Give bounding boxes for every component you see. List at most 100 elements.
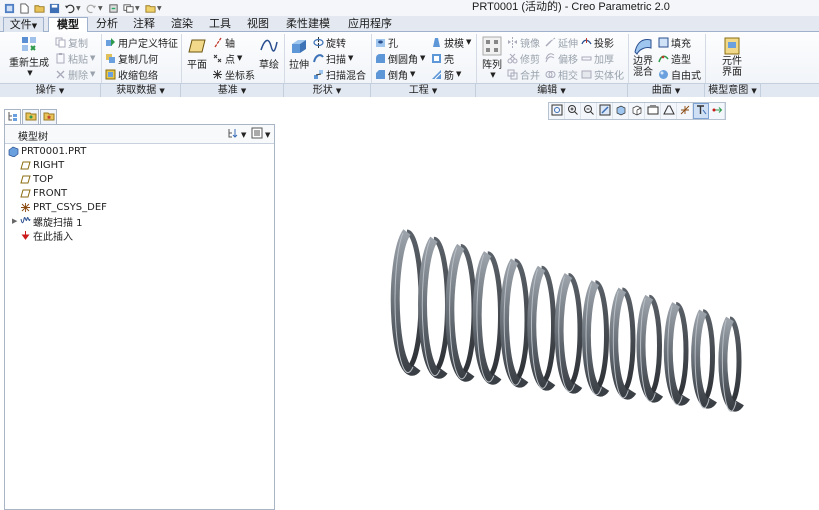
offset-icon xyxy=(545,52,556,64)
copy-geometry-button[interactable]: 复制几何 xyxy=(105,51,158,66)
round-button[interactable]: 倒圆角 ▼ xyxy=(375,51,425,66)
tree-item-right[interactable]: RIGHT xyxy=(20,159,64,172)
tab-tools[interactable]: 工具 xyxy=(203,17,237,32)
redo-icon[interactable] xyxy=(85,2,97,14)
settings-icon xyxy=(227,127,239,142)
tab-applications[interactable]: 应用程序 xyxy=(341,17,399,32)
extrude-icon xyxy=(288,36,310,56)
hole-label: 孔 xyxy=(388,38,398,50)
group-editing[interactable]: 编辑 ▼ xyxy=(476,84,628,97)
group-engineering[interactable]: 工程 ▼ xyxy=(371,84,476,97)
save-icon[interactable] xyxy=(48,2,60,14)
tab-model[interactable]: 模型 xyxy=(48,17,88,33)
paste-button[interactable]: 粘贴 ▼ xyxy=(55,51,95,66)
copy-button[interactable]: 复制 xyxy=(55,35,88,50)
tab-annotate[interactable]: 注释 xyxy=(127,17,161,32)
csys-button[interactable]: 坐标系 xyxy=(212,67,255,82)
component-interface-button[interactable]: 元件界面 xyxy=(718,36,746,78)
style-button[interactable]: 造型 xyxy=(658,51,691,66)
regenerate-small-icon[interactable] xyxy=(107,2,119,14)
sweep-button[interactable]: 扫描 ▼ xyxy=(313,51,353,66)
tab-analysis[interactable]: 分析 xyxy=(90,17,124,32)
tab-view[interactable]: 视图 xyxy=(241,17,275,32)
app-logo-icon[interactable] xyxy=(3,2,15,14)
group-surfaces-label: 曲面 xyxy=(651,85,672,96)
shell-icon xyxy=(431,53,442,64)
show-filters-button[interactable]: ▼ xyxy=(251,127,271,141)
group-model-intent[interactable]: 模型意图 ▼ xyxy=(705,84,761,97)
thicken-button[interactable]: 加厚 xyxy=(581,51,614,66)
extrude-button[interactable]: 拉伸 xyxy=(286,36,312,71)
merge-button[interactable]: 合并 xyxy=(507,67,540,82)
tree-item-top[interactable]: TOP xyxy=(20,173,53,186)
udf-button[interactable]: 用户定义特征 xyxy=(105,35,178,50)
chevron-down-icon: ▼ xyxy=(237,54,243,62)
tree-item-helical-sweep[interactable]: 螺旋扫描 1 xyxy=(20,215,83,229)
rib-button[interactable]: 筋 ▼ xyxy=(431,67,461,82)
delete-button[interactable]: 删除 ▼ xyxy=(55,67,95,82)
merge-label: 合并 xyxy=(520,70,540,82)
undo-dropdown-icon[interactable]: ▼ xyxy=(76,5,82,12)
plane-button[interactable]: 平面 xyxy=(184,36,210,71)
regenerate-button[interactable]: 重新生成 ▼ xyxy=(8,34,50,77)
datum-point-icon xyxy=(212,53,223,64)
intersect-button[interactable]: 相交 xyxy=(545,67,578,82)
offset-button[interactable]: 偏移 xyxy=(545,51,578,66)
quick-access-customize-icon[interactable]: ▼ xyxy=(157,5,163,12)
chamfer-button[interactable]: 倒角 ▼ xyxy=(375,67,415,82)
group-get-data[interactable]: 获取数据 ▼ xyxy=(101,84,181,97)
sketch-button[interactable]: 草绘 xyxy=(256,36,282,71)
boundary-blend-button[interactable]: 边界混合 xyxy=(630,36,656,78)
redo-dropdown-icon[interactable]: ▼ xyxy=(98,5,104,12)
extend-button[interactable]: 延伸 xyxy=(545,35,578,50)
tree-settings-button[interactable]: ▼ xyxy=(227,128,246,141)
tree-item-csys[interactable]: PRT_CSYS_DEF xyxy=(20,201,107,214)
chevron-down-icon: ▼ xyxy=(751,87,757,95)
tab-flexible-modeling[interactable]: 柔性建模 xyxy=(279,17,337,32)
windows-dropdown-icon[interactable]: ▼ xyxy=(135,5,141,12)
fill-button[interactable]: 填充 xyxy=(658,35,691,50)
tab-render[interactable]: 渲染 xyxy=(165,17,199,32)
helical-spring-model[interactable] xyxy=(276,98,819,510)
point-button[interactable]: 点 ▼ xyxy=(212,51,243,66)
group-shapes[interactable]: 形状 ▼ xyxy=(284,84,371,97)
swept-blend-button[interactable]: 扫描混合 xyxy=(313,67,366,82)
group-datum[interactable]: 基准 ▼ xyxy=(181,84,284,97)
swept-blend-label: 扫描混合 xyxy=(326,70,366,82)
mirror-button[interactable]: 镜像 xyxy=(507,35,540,50)
shrinkwrap-button[interactable]: 收缩包络 xyxy=(105,67,158,82)
expand-arrow-icon[interactable]: ▶ xyxy=(12,217,17,225)
new-file-icon[interactable] xyxy=(18,2,30,14)
close-window-icon[interactable] xyxy=(144,2,156,14)
draft-button[interactable]: 拔模 ▼ xyxy=(431,35,471,50)
draft-icon xyxy=(431,37,442,48)
favorites-tab[interactable] xyxy=(40,109,57,125)
shell-button[interactable]: 壳 xyxy=(431,51,454,66)
tree-item-front[interactable]: FRONT xyxy=(20,187,67,200)
trim-button[interactable]: 修剪 xyxy=(507,51,540,66)
extend-icon xyxy=(545,37,556,48)
group-surfaces[interactable]: 曲面 ▼ xyxy=(628,84,705,97)
chamfer-icon xyxy=(375,69,386,80)
chevron-down-icon: ▼ xyxy=(265,130,271,139)
solidify-button[interactable]: 实体化 xyxy=(581,67,624,82)
hole-button[interactable]: 孔 xyxy=(375,35,398,50)
tree-item-insert-here[interactable]: 在此插入 xyxy=(20,229,73,243)
tree-item-part[interactable]: PRT0001.PRT xyxy=(8,145,86,158)
model-tree-tab[interactable] xyxy=(4,109,21,125)
spring-coils xyxy=(390,229,744,412)
windows-icon[interactable] xyxy=(122,2,134,14)
project-button[interactable]: 投影 xyxy=(581,35,614,50)
revolve-button[interactable]: 旋转 xyxy=(313,35,346,50)
freestyle-button[interactable]: 自由式 xyxy=(658,67,701,82)
pattern-button[interactable]: 阵列 ▼ xyxy=(479,36,505,79)
csys-icon xyxy=(212,69,223,80)
undo-icon[interactable] xyxy=(63,2,75,14)
group-operations[interactable]: 操作 ▼ xyxy=(0,84,101,97)
axis-button[interactable]: 轴 xyxy=(212,35,235,50)
open-folder-icon[interactable] xyxy=(33,2,45,14)
tab-file[interactable]: 文件▼ xyxy=(3,17,44,32)
folder-browser-tab[interactable] xyxy=(22,109,39,125)
delete-label: 删除 xyxy=(68,70,88,82)
intersect-icon xyxy=(545,69,556,80)
